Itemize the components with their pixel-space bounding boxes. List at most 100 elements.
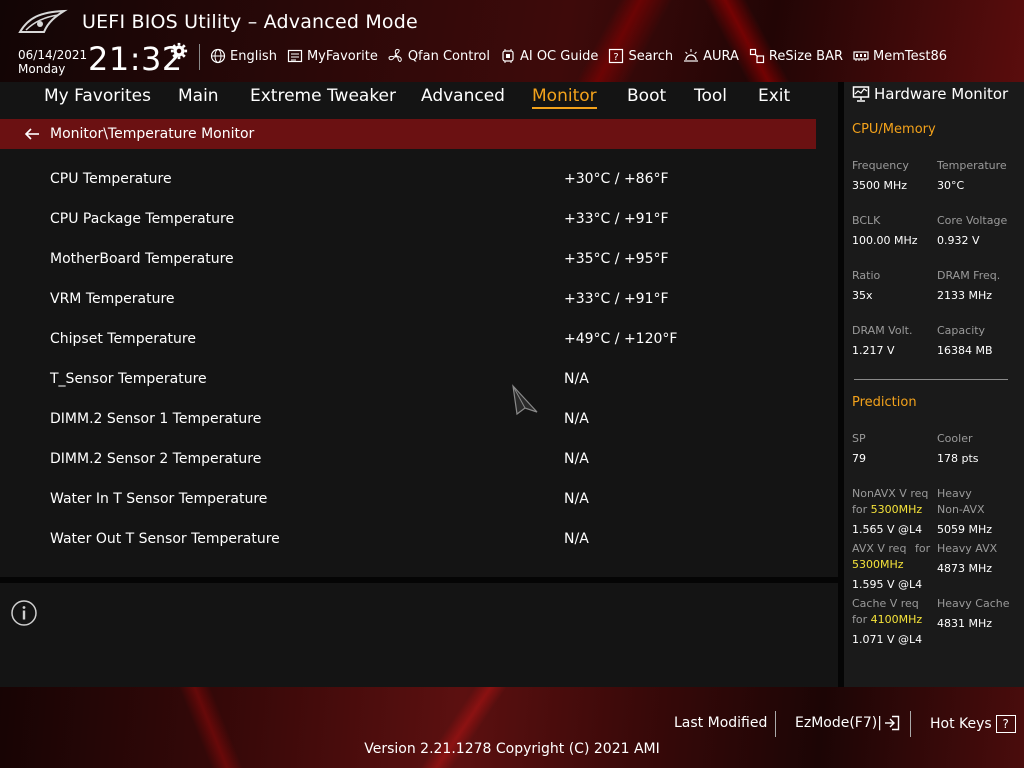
ai-chip-icon [502,49,514,63]
tab-my-favorites[interactable]: My Favorites [44,86,151,106]
hw-section-divider [854,379,1008,380]
stat-label-cache-vreq: Cache V req [852,597,919,610]
resize-bar-icon [749,48,765,64]
stat-value-sp: 79 [852,452,866,465]
tool-resize-bar[interactable]: ReSize BAR [749,48,843,64]
tool-aura[interactable]: AURA [683,48,739,64]
table-row[interactable]: T_Sensor Temperature N/A [0,359,816,399]
tool-label: AI OC Guide [519,48,599,64]
tab-tool[interactable]: Tool [694,86,727,106]
stat-freq-nonavx: 5300MHz [870,503,923,516]
tab-main[interactable]: Main [178,86,219,106]
ezmode-button[interactable]: EzMode(F7)| [795,715,900,731]
row-label: Chipset Temperature [50,331,196,347]
stat-label-frequency: Frequency [852,159,909,172]
table-row[interactable]: CPU Temperature +30°C / +86°F [0,159,816,199]
prediction-section-title: Prediction [852,395,917,410]
stat-value-ratio: 35x [852,289,873,302]
tab-boot[interactable]: Boot [627,86,666,106]
table-row[interactable]: DIMM.2 Sensor 2 Temperature N/A [0,439,816,479]
row-value: N/A [564,411,589,427]
row-label: DIMM.2 Sensor 2 Temperature [50,451,262,467]
stat-value-heavy-cache: 4831 MHz [937,617,993,630]
app-title: UEFI BIOS Utility – Advanced Mode [82,11,418,33]
main-content: Monitor\Temperature Monitor CPU Temperat… [0,112,838,577]
aura-light-icon [684,49,699,62]
stat-label-dram-freq: DRAM Freq. [937,269,1001,282]
stat-label-core-voltage: Core Voltage [937,214,1008,227]
last-modified-button[interactable]: Last Modified [674,715,767,731]
search-question-icon: ? [609,48,624,64]
day-text: Monday [18,62,66,76]
stat-label-heavy-avx: Heavy AVX [937,542,998,555]
cpu-memory-section-title: CPU/Memory [852,122,936,137]
table-row[interactable]: DIMM.2 Sensor 1 Temperature N/A [0,399,816,439]
main-nav: My Favorites Main Extreme Tweaker Advanc… [0,82,838,112]
stat-freq-avx: 5300MHz [852,558,904,571]
table-row[interactable]: Chipset Temperature +49°C / +120°F [0,319,816,359]
stat-label-dram-volt: DRAM Volt. [852,324,913,337]
date-display: 06/14/2021 Monday [18,48,87,76]
tool-label: ReSize BAR [768,48,844,64]
tab-advanced[interactable]: Advanced [421,86,505,106]
row-label: Water Out T Sensor Temperature [50,531,280,547]
tool-label: MemTest86 [873,48,948,64]
stat-value-avx: 1.595 V @L4 [852,578,923,591]
table-row[interactable]: Water Out T Sensor Temperature N/A [0,519,816,559]
header-bar: UEFI BIOS Utility – Advanced Mode 06/14/… [0,0,1024,82]
row-label: MotherBoard Temperature [50,251,234,267]
tool-qfan-control[interactable]: Qfan Control [388,48,490,64]
stat-label-heavy: Heavy [937,487,972,500]
svg-text:?: ? [614,52,619,63]
stat-label-sp: SP [852,432,866,445]
stat-label-avx-for: for [915,542,931,555]
stat-label-capacity: Capacity [937,324,986,337]
table-row[interactable]: Water In T Sensor Temperature N/A [0,479,816,519]
table-row[interactable]: MotherBoard Temperature +35°C / +95°F [0,239,816,279]
hot-keys-button[interactable]: Hot Keys ? [930,715,1016,733]
tool-search[interactable]: ? Search [608,48,673,64]
tool-myfavorite[interactable]: MyFavorite [287,48,378,64]
tool-english[interactable]: English [210,48,277,64]
tool-ai-oc-guide[interactable]: AI OC Guide [500,48,598,64]
table-row[interactable]: CPU Package Temperature +33°C / +91°F [0,199,816,239]
gear-icon[interactable] [170,42,188,60]
stat-value-bclk: 100.00 MHz [852,234,918,247]
row-value: +30°C / +86°F [564,171,669,187]
tab-monitor[interactable]: Monitor [532,86,597,109]
stat-value-temperature: 30°C [937,179,965,192]
date-text: 06/14/2021 [18,48,88,62]
stat-label-cache-for: for 4100MHz [852,612,922,627]
stat-label-non-avx: Non-AVX [937,503,985,516]
tool-label: Qfan Control [407,48,490,64]
stat-value-core-voltage: 0.932 V [937,234,980,247]
row-label: CPU Package Temperature [50,211,235,227]
back-arrow-icon[interactable] [24,127,40,141]
help-info-panel [0,583,838,687]
fan-icon [388,48,402,63]
stat-label-temperature: Temperature [937,159,1007,172]
row-label: VRM Temperature [50,291,175,307]
mouse-cursor-icon [512,384,538,416]
stat-label-avx-vreq: AVX V req [852,542,907,555]
stat-label-for: for [852,613,871,626]
monitor-icon [852,86,870,102]
tab-extreme-tweaker[interactable]: Extreme Tweaker [250,86,396,106]
exit-arrow-icon [884,715,900,731]
stat-label-heavy-cache: Heavy Cache [937,597,1010,610]
row-value: +33°C / +91°F [564,211,669,227]
row-label: DIMM.2 Sensor 1 Temperature [50,411,262,427]
tool-label: Search [628,48,674,64]
row-label: Water In T Sensor Temperature [50,491,268,507]
header-divider [199,44,200,70]
stat-value-heavy-nonavx: 5059 MHz [937,523,993,536]
tool-memtest86[interactable]: MemTest86 [853,48,947,64]
clock-display: 21:32 [88,40,183,78]
tab-exit[interactable]: Exit [758,86,790,106]
hot-keys-label: Hot Keys [930,716,992,732]
help-question-icon: ? [995,715,1016,733]
footer-divider [910,711,911,737]
stat-value-cache: 1.071 V @L4 [852,633,923,646]
hardware-monitor-title: Hardware Monitor [874,85,1009,103]
table-row[interactable]: VRM Temperature +33°C / +91°F [0,279,816,319]
